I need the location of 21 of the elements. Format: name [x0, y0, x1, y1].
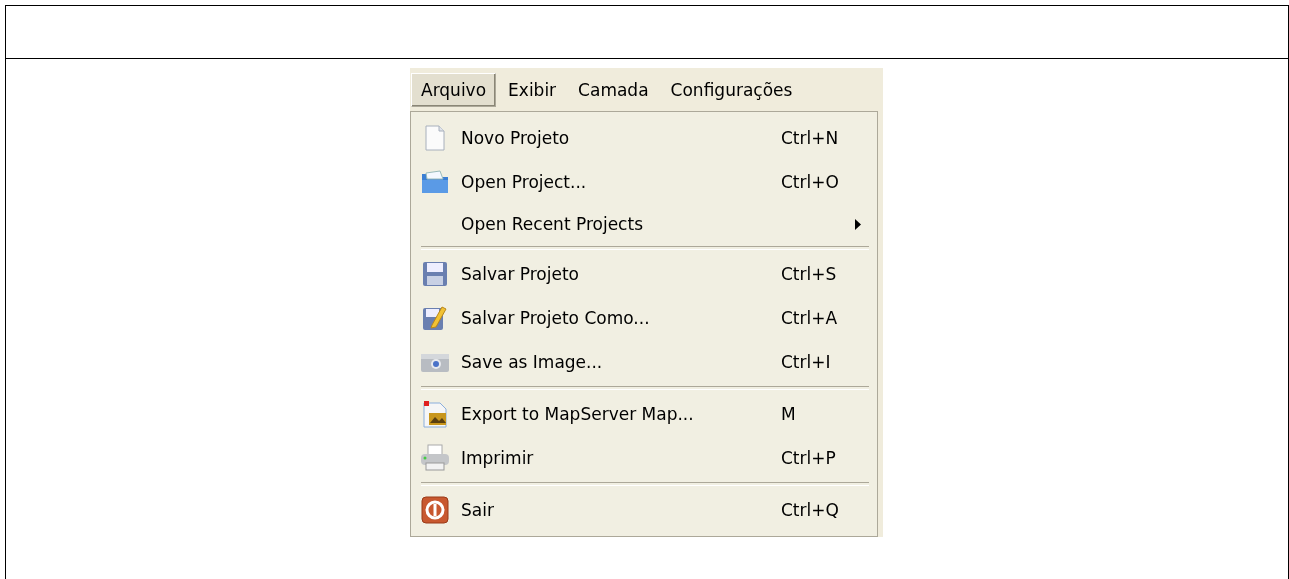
menu-bar-item[interactable]: Arquivo	[411, 72, 497, 107]
menu-item[interactable]: Export to MapServer Map... M	[411, 392, 877, 436]
submenu-arrow-icon	[855, 218, 861, 230]
floppy-pencil-icon	[422, 305, 448, 331]
menu-item[interactable]: Salvar Projeto Como... Ctrl+A	[411, 296, 877, 340]
map-export-icon	[421, 400, 449, 428]
menu-item[interactable]: Save as Image... Ctrl+I	[411, 340, 877, 384]
menu-item[interactable]: Novo Projeto Ctrl+N	[411, 116, 877, 160]
menu-bar-item[interactable]: Exibir	[498, 72, 567, 107]
camera-icon	[420, 351, 450, 373]
power-icon	[421, 496, 449, 524]
menu-bar-item[interactable]: Configurações	[660, 72, 803, 107]
folder-icon	[421, 170, 449, 194]
menu-item[interactable]: Open Project... Ctrl+O	[411, 160, 877, 204]
document-icon	[425, 125, 445, 151]
menu-item[interactable]: Sair Ctrl+Q	[411, 488, 877, 532]
menu-item[interactable]: Salvar Projeto Ctrl+S	[411, 252, 877, 296]
menu-item[interactable]: Imprimir Ctrl+P	[411, 436, 877, 480]
menu-item[interactable]: Open Recent Projects	[411, 204, 877, 244]
printer-icon	[420, 444, 450, 472]
menu-bar-item[interactable]: Camada	[568, 72, 659, 107]
